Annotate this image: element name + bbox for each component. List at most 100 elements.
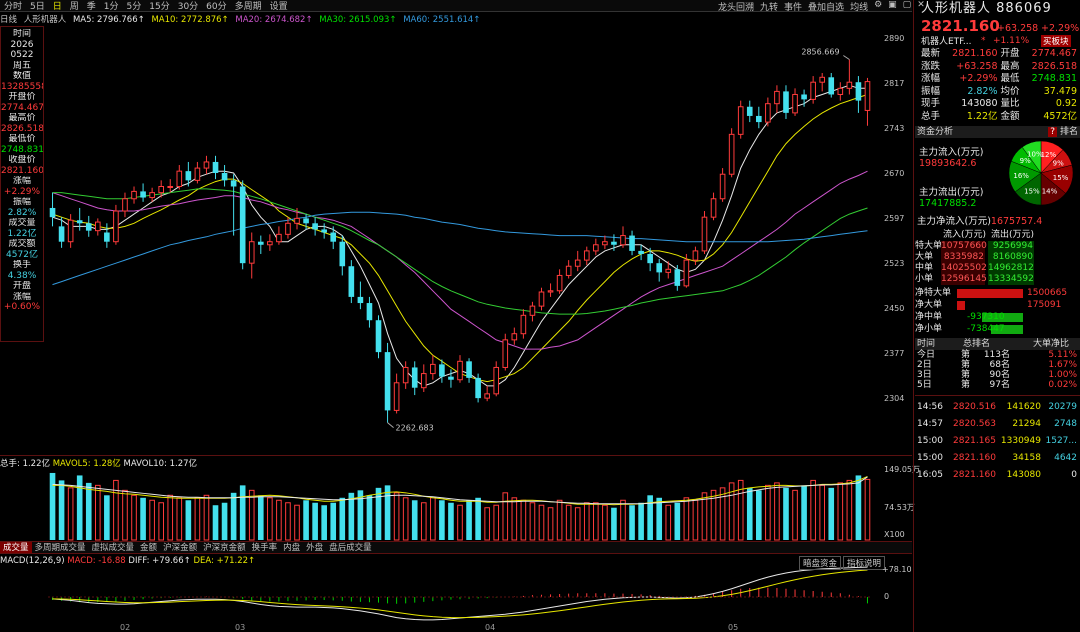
candle	[375, 315, 382, 359]
indicator-tab-3[interactable]: 金额	[137, 542, 160, 553]
flow-out-value: 13334592	[988, 274, 1034, 285]
volume-bar	[665, 504, 672, 541]
tick-time: 16:05	[917, 470, 943, 480]
candle	[701, 211, 708, 254]
tick-price: 2821.165	[953, 436, 996, 446]
candle	[620, 226, 626, 248]
indicator-tab-6[interactable]: 换手率	[249, 542, 281, 553]
quote-value: +63.258	[956, 60, 998, 72]
rank-ratio: 1.67%	[1048, 360, 1077, 370]
quote-value: +2.29%	[959, 73, 998, 84]
quote-key: 最新	[921, 48, 941, 59]
macd-button-1[interactable]: 指标说明	[843, 556, 886, 570]
flow-row: 大单 8335982 8160890	[915, 252, 1080, 263]
date-tick: 03	[235, 623, 246, 632]
ma-line-MA5	[52, 84, 868, 387]
volume-bar	[131, 494, 137, 541]
volume-bar	[393, 492, 400, 541]
quote-key: 量比	[1000, 98, 1020, 109]
tick-price: 2820.563	[953, 419, 996, 429]
kline-chart[interactable]: 2856.669 2262.683	[0, 0, 912, 632]
buy-sector-button[interactable]: 买板块	[1041, 34, 1071, 47]
flow-row: 特大单 10757660 9256994	[915, 241, 1080, 252]
candle	[466, 358, 472, 383]
outflow-value: 17417885.2	[919, 198, 977, 209]
indicator-tab-1[interactable]: 多周期成交量	[32, 542, 89, 553]
volume-bar	[85, 482, 92, 540]
volume-legend: 总手: 1.22亿 MAVOL5: 1.28亿 MAVOL10: 1.27亿	[0, 457, 197, 469]
candle	[149, 187, 155, 202]
etf-name[interactable]: 机器人ETF...	[921, 34, 981, 47]
candle	[774, 85, 780, 113]
volume-bar	[221, 502, 228, 540]
rank-prefix: 第	[961, 350, 971, 360]
indicator-tab-5[interactable]: 沪深京金额	[200, 542, 249, 553]
volume-bar	[439, 500, 445, 540]
volume-bar	[104, 495, 110, 540]
high-pointer	[843, 55, 850, 60]
volume-bar	[565, 504, 572, 541]
indicator-tab-7[interactable]: 内盘	[280, 542, 303, 553]
rank-suffix: 名	[1001, 370, 1011, 380]
candle	[837, 82, 844, 101]
volume-bar	[556, 499, 563, 541]
net-row: 净大单 175091	[915, 299, 1080, 311]
candle	[719, 168, 726, 202]
indicator-tab-4[interactable]: 沪深金额	[160, 542, 200, 553]
help-icon[interactable]: ?	[1048, 127, 1057, 137]
quote-value: 2774.467	[1031, 48, 1077, 59]
candle	[792, 88, 798, 116]
candle	[728, 128, 735, 178]
candle	[602, 235, 608, 250]
tick-extra: 20279	[1048, 402, 1077, 412]
quote-key: 最高	[1000, 60, 1020, 72]
flow-in-value: 8335982	[941, 252, 985, 263]
volume-bar	[375, 487, 382, 540]
rank-link[interactable]: 排名	[1060, 127, 1078, 137]
net-value: -937310	[967, 312, 1005, 322]
vol-total: 总手: 1.22亿	[0, 459, 50, 469]
divider	[915, 395, 1080, 396]
volume-bar	[466, 500, 472, 540]
divider	[0, 455, 912, 456]
rank-value: 68	[989, 360, 1001, 370]
candle	[556, 269, 563, 294]
candle	[312, 217, 318, 236]
inflow-value: 19893642.6	[919, 158, 977, 169]
candle	[448, 369, 454, 388]
candle	[267, 234, 273, 251]
volume-bar	[828, 487, 835, 540]
quote-row: 总手 1.22亿 金额 4572亿	[921, 111, 1080, 124]
candle	[194, 161, 201, 184]
macd-button-0[interactable]: 暗盘资金	[799, 556, 842, 570]
candle	[484, 385, 490, 402]
fund-analysis-header: 资金分析 ? 排名	[915, 126, 1080, 138]
indicator-tab-2[interactable]: 虚拟成交量	[89, 542, 138, 553]
volume-bar	[49, 472, 56, 540]
quote-cell: 均价 37.479	[1001, 86, 1080, 99]
candle	[574, 250, 581, 272]
indicator-tab-8[interactable]: 外盘	[303, 542, 326, 553]
volume-bar	[348, 492, 355, 540]
volume-bar	[638, 502, 644, 540]
candle	[538, 287, 545, 311]
volume-bar	[140, 497, 146, 540]
tick-table: 14:56 2820.516 141620 20279 14:57 2820.563 212…	[915, 399, 1080, 484]
price-tick: 2890	[884, 34, 905, 44]
quote-value: 2748.831	[1031, 73, 1077, 84]
candle	[692, 246, 699, 266]
macd-buttons: 暗盘资金 指标说明	[797, 556, 886, 570]
volume-bar	[864, 478, 871, 541]
indicator-tab-9[interactable]: 盘后成交量	[326, 542, 375, 553]
outflow-label: 主力流出(万元)	[919, 187, 984, 198]
rank-row: 5日 第 97 名 0.02%	[915, 380, 1080, 390]
volume-bar	[765, 484, 771, 541]
tick-volume: 21294	[1012, 419, 1041, 429]
volume-bar	[574, 507, 581, 541]
net-bar	[957, 289, 1023, 298]
indicator-tab-0[interactable]: 成交量	[0, 542, 32, 553]
volume-bar	[185, 500, 192, 540]
indicator-tabs: 成交量 多周期成交量 虚拟成交量 金额 沪深金额 沪深京金额 换手率 内盘 外盘 盘后成交量	[0, 541, 912, 554]
mavol10-line	[52, 476, 868, 505]
fund-flow-box: 主力流入(万元) 19893642.6 主力流出(万元) 17417885.2 …	[915, 138, 1080, 228]
